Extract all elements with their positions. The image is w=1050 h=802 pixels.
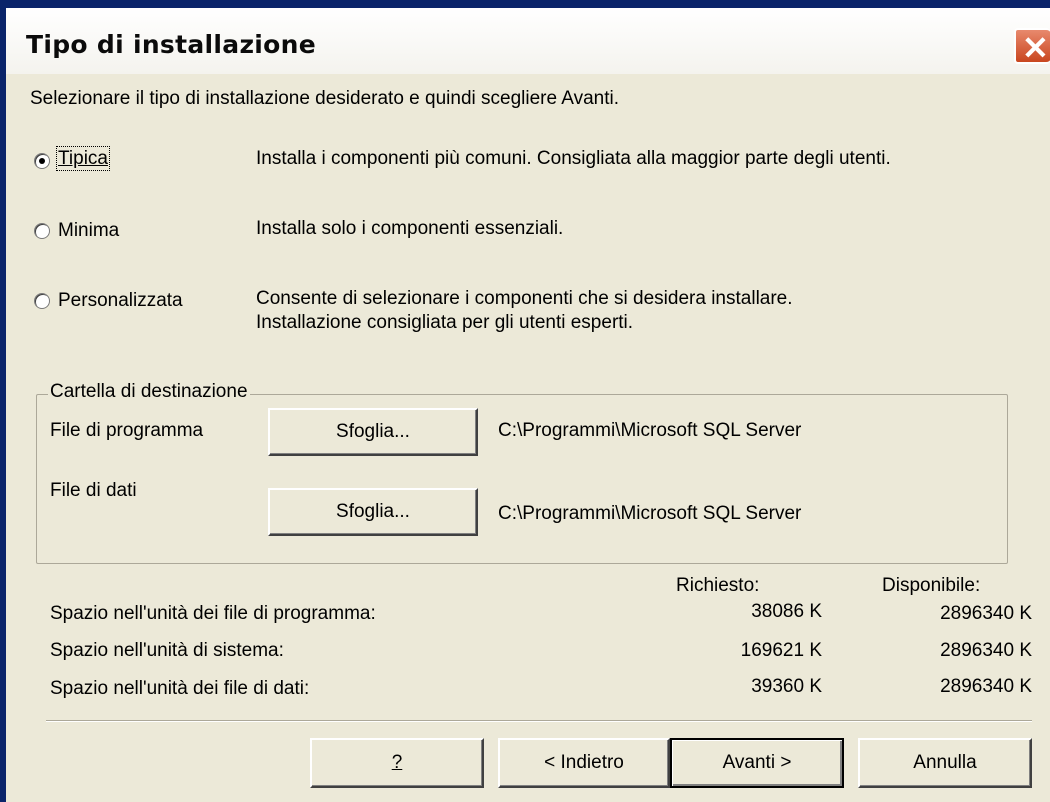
data-files-label: File di dati (50, 480, 137, 501)
space-row-required: 38086 K (751, 601, 822, 622)
separator (46, 720, 1032, 722)
radio-tipica[interactable] (34, 153, 50, 169)
tipica-description: Installa i componenti più comuni. Consig… (256, 148, 891, 169)
close-button[interactable]: ✕ (1014, 28, 1050, 66)
personalizzata-label[interactable]: Personalizzata (58, 290, 183, 312)
space-row-available: 2896340 K (940, 676, 1032, 697)
data-files-path: C:\Programmi\Microsoft SQL Server (498, 503, 802, 524)
cancel-button[interactable]: Annulla (858, 738, 1032, 788)
browse-data-files-button[interactable]: Sfoglia... (268, 488, 478, 536)
required-header: Richiesto: (676, 575, 760, 596)
setup-dialog: Tipo di installazione ✕ Selezionare il t… (6, 8, 1050, 802)
back-button[interactable]: < Indietro (498, 738, 670, 788)
instruction-text: Selezionare il tipo di installazione des… (30, 88, 620, 109)
space-row-label: Spazio nell'unità dei file di dati: (50, 678, 310, 699)
help-button[interactable]: ? (310, 738, 484, 788)
dialog-title: Tipo di installazione (26, 30, 316, 59)
space-row-available: 2896340 K (940, 603, 1032, 624)
program-files-path: C:\Programmi\Microsoft SQL Server (498, 420, 802, 441)
radio-personalizzata[interactable] (34, 293, 50, 309)
browse-program-files-button[interactable]: Sfoglia... (268, 408, 478, 456)
program-files-label: File di programma (50, 420, 204, 441)
space-row-label: Spazio nell'unità dei file di programma: (50, 603, 376, 624)
personalizzata-description-line2: Installazione consigliata per gli utenti… (256, 312, 634, 333)
radio-tipica-label[interactable]: Tipica (56, 146, 110, 171)
help-button-label: ? (391, 752, 403, 773)
space-row-available: 2896340 K (940, 640, 1032, 661)
next-button[interactable]: Avanti > (670, 738, 844, 788)
tipica-label: Tipica (56, 146, 110, 171)
destination-group-label: Cartella di destinazione (48, 381, 250, 403)
title-bar: Tipo di installazione ✕ (6, 8, 1050, 74)
available-header: Disponibile: (882, 575, 981, 596)
minima-description: Installa solo i componenti essenziali. (256, 218, 564, 239)
minima-label[interactable]: Minima (58, 220, 119, 242)
space-row-label: Spazio nell'unità di sistema: (50, 640, 284, 661)
close-icon: ✕ (1022, 30, 1049, 66)
space-row-required: 169621 K (740, 640, 822, 661)
personalizzata-description-line1: Consente di selezionare i componenti che… (256, 288, 793, 309)
radio-minima[interactable] (34, 223, 50, 239)
space-row-required: 39360 K (751, 676, 822, 697)
